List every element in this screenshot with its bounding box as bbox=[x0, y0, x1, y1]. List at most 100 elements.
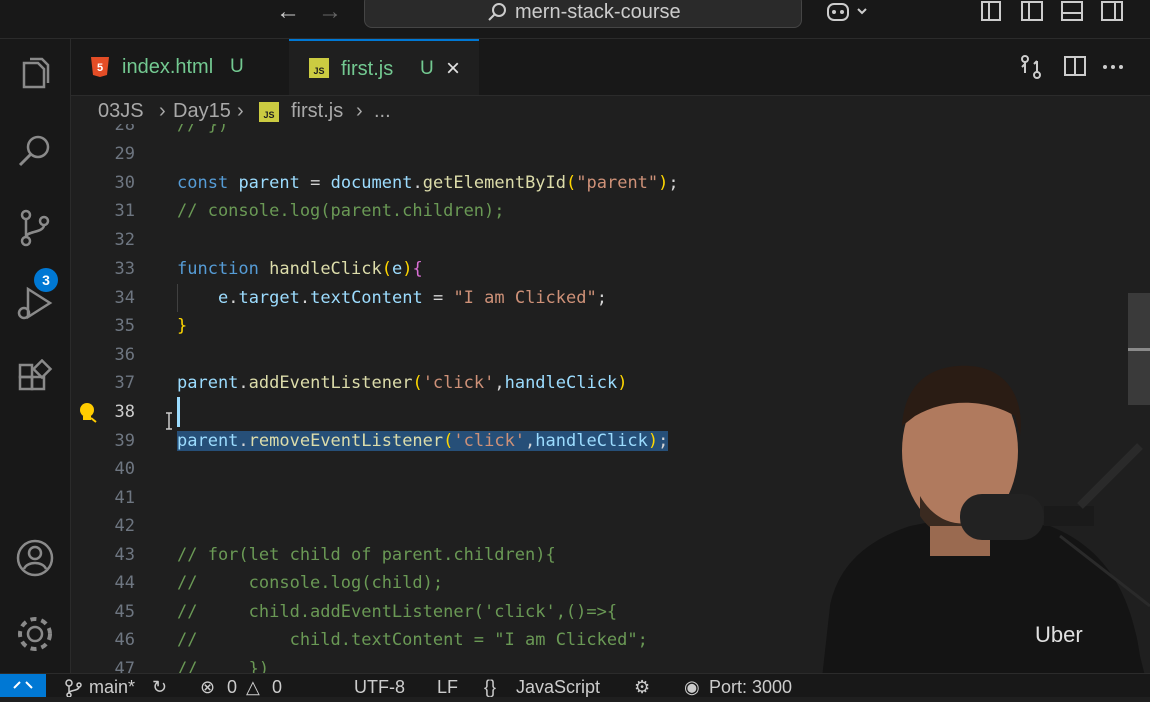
line-number: 34 bbox=[114, 288, 135, 308]
editor-actions[interactable] bbox=[1017, 53, 1147, 81]
line-number: 33 bbox=[114, 259, 135, 279]
webcam-overlay: Uber bbox=[820, 365, 1150, 696]
code-text: // console.log(child); bbox=[177, 573, 444, 593]
line-number: 40 bbox=[114, 459, 135, 479]
close-icon[interactable]: × bbox=[446, 55, 460, 83]
line-number: 29 bbox=[114, 144, 135, 164]
error-icon[interactable]: ⊗ bbox=[200, 677, 215, 698]
remote-icon bbox=[13, 681, 33, 689]
line-number: 46 bbox=[114, 630, 135, 650]
status-bar: main* ↻ ⊗ 0 △ 0 UTF-8 LF {} JavaScript ⚙… bbox=[0, 673, 1150, 697]
tab-index-html[interactable]: 5 index.html U bbox=[71, 39, 289, 95]
command-center-search[interactable]: mern-stack-course bbox=[364, 0, 802, 28]
line-number: 31 bbox=[114, 201, 135, 221]
settings-gear-icon[interactable] bbox=[14, 613, 56, 655]
warning-count[interactable]: 0 bbox=[272, 677, 282, 698]
svg-text:JS: JS bbox=[313, 66, 324, 76]
code-line: 32 bbox=[71, 226, 1150, 255]
code-text: e.target.textContent = "I am Clicked"; bbox=[217, 288, 607, 308]
search-icon bbox=[488, 3, 506, 21]
code-text: // console.log(parent.children); bbox=[177, 201, 505, 221]
scrollbar-position-marker bbox=[1128, 348, 1150, 351]
title-bar: ← → mern-stack-course bbox=[0, 0, 1150, 39]
editor-tab-bar: 5 index.html U JS first.js U × bbox=[71, 39, 1150, 96]
svg-text:JS: JS bbox=[263, 110, 274, 120]
shirt-logo: Uber bbox=[1035, 622, 1083, 647]
code-line: 35 } bbox=[71, 312, 1150, 341]
activity-bar: 3 bbox=[0, 39, 71, 673]
extensions-icon[interactable] bbox=[14, 359, 56, 401]
line-number: 43 bbox=[114, 545, 135, 565]
mouse-ibeam-icon bbox=[166, 412, 172, 430]
run-debug-icon[interactable] bbox=[14, 283, 56, 325]
untracked-indicator: U bbox=[420, 58, 434, 79]
tab-first-js[interactable]: JS first.js U × bbox=[289, 39, 479, 95]
layout-controls[interactable] bbox=[978, 0, 1150, 26]
remote-indicator[interactable] bbox=[0, 674, 46, 697]
code-text: const parent = document.getElementById("… bbox=[177, 173, 679, 193]
js-file-icon: JS bbox=[259, 102, 279, 122]
code-line: 33 function handleClick(e){ bbox=[71, 255, 1150, 284]
js-file-icon: JS bbox=[309, 58, 329, 78]
explorer-icon[interactable] bbox=[14, 55, 56, 97]
tab-label: first.js bbox=[341, 58, 394, 80]
code-line: 30 const parent = document.getElementByI… bbox=[71, 169, 1150, 198]
encoding[interactable]: UTF-8 bbox=[354, 677, 405, 698]
indent-guide bbox=[177, 284, 178, 312]
line-number: 41 bbox=[114, 488, 135, 508]
code-text: parent.addEventListener('click',handleCl… bbox=[177, 373, 628, 393]
code-line: 34 e.target.textContent = "I am Clicked"… bbox=[71, 284, 1150, 313]
end-of-line[interactable]: LF bbox=[437, 677, 458, 698]
warning-icon[interactable]: △ bbox=[246, 677, 260, 698]
chevron-right-icon: › bbox=[159, 100, 166, 122]
branch-name[interactable]: main* bbox=[89, 677, 135, 698]
language-mode[interactable]: JavaScript bbox=[516, 677, 600, 698]
code-line: 29 bbox=[71, 140, 1150, 169]
line-number: 39 bbox=[114, 431, 135, 451]
code-text: // child.textContent = "I am Clicked"; bbox=[177, 630, 648, 650]
line-number: 47 bbox=[114, 659, 135, 673]
live-server-port[interactable]: Port: 3000 bbox=[709, 677, 792, 698]
search-icon[interactable] bbox=[14, 131, 56, 173]
code-text: function handleClick(e){ bbox=[177, 259, 423, 279]
code-text: // }) bbox=[177, 124, 229, 135]
line-number: 28 bbox=[114, 124, 135, 135]
text-cursor bbox=[177, 397, 180, 427]
untracked-indicator: U bbox=[230, 56, 244, 77]
broadcast-icon: ◉ bbox=[684, 677, 700, 697]
sync-icon[interactable]: ↻ bbox=[152, 677, 167, 698]
line-number: 35 bbox=[114, 316, 135, 336]
chevron-right-icon: › bbox=[237, 100, 244, 122]
svg-text:5: 5 bbox=[97, 62, 103, 74]
error-count[interactable]: 0 bbox=[227, 677, 237, 698]
breadcrumb-symbol[interactable]: ... bbox=[374, 100, 391, 123]
line-number: 30 bbox=[114, 173, 135, 193]
account-icon[interactable] bbox=[14, 537, 56, 579]
git-branch-icon bbox=[65, 679, 82, 697]
forward-arrow-icon[interactable]: → bbox=[318, 0, 342, 24]
tab-label: index.html bbox=[122, 56, 214, 78]
lightbulb-icon[interactable] bbox=[78, 402, 98, 424]
breadcrumb: 03JS › Day15 › JS first.js › ... bbox=[71, 96, 1150, 126]
back-arrow-icon[interactable]: ← bbox=[276, 0, 300, 24]
breadcrumb-file[interactable]: first.js bbox=[291, 100, 343, 123]
line-number: 44 bbox=[114, 573, 135, 593]
code-text: } bbox=[177, 316, 188, 336]
code-text: // child.addEventListener('click',()=>{ bbox=[177, 602, 618, 622]
line-number: 36 bbox=[114, 345, 135, 365]
code-text: // }) bbox=[177, 659, 270, 673]
copilot-icon[interactable] bbox=[824, 0, 872, 26]
source-control-icon[interactable] bbox=[14, 207, 56, 249]
line-number: 42 bbox=[114, 516, 135, 536]
breadcrumb-folder[interactable]: Day15 bbox=[173, 100, 231, 123]
line-number: 37 bbox=[114, 373, 135, 393]
code-text: parent.removeEventListener('click',handl… bbox=[177, 431, 669, 451]
code-text: // for(let child of parent.children){ bbox=[177, 545, 556, 565]
code-line: 28 // }) bbox=[71, 124, 1150, 140]
line-number: 45 bbox=[114, 602, 135, 622]
code-line: 31 // console.log(parent.children); bbox=[71, 197, 1150, 226]
breadcrumb-folder[interactable]: 03JS bbox=[98, 100, 144, 123]
chevron-right-icon: › bbox=[356, 100, 363, 122]
copilot-status-icon[interactable]: ⚙ bbox=[634, 677, 650, 698]
html5-icon: 5 bbox=[91, 57, 109, 77]
